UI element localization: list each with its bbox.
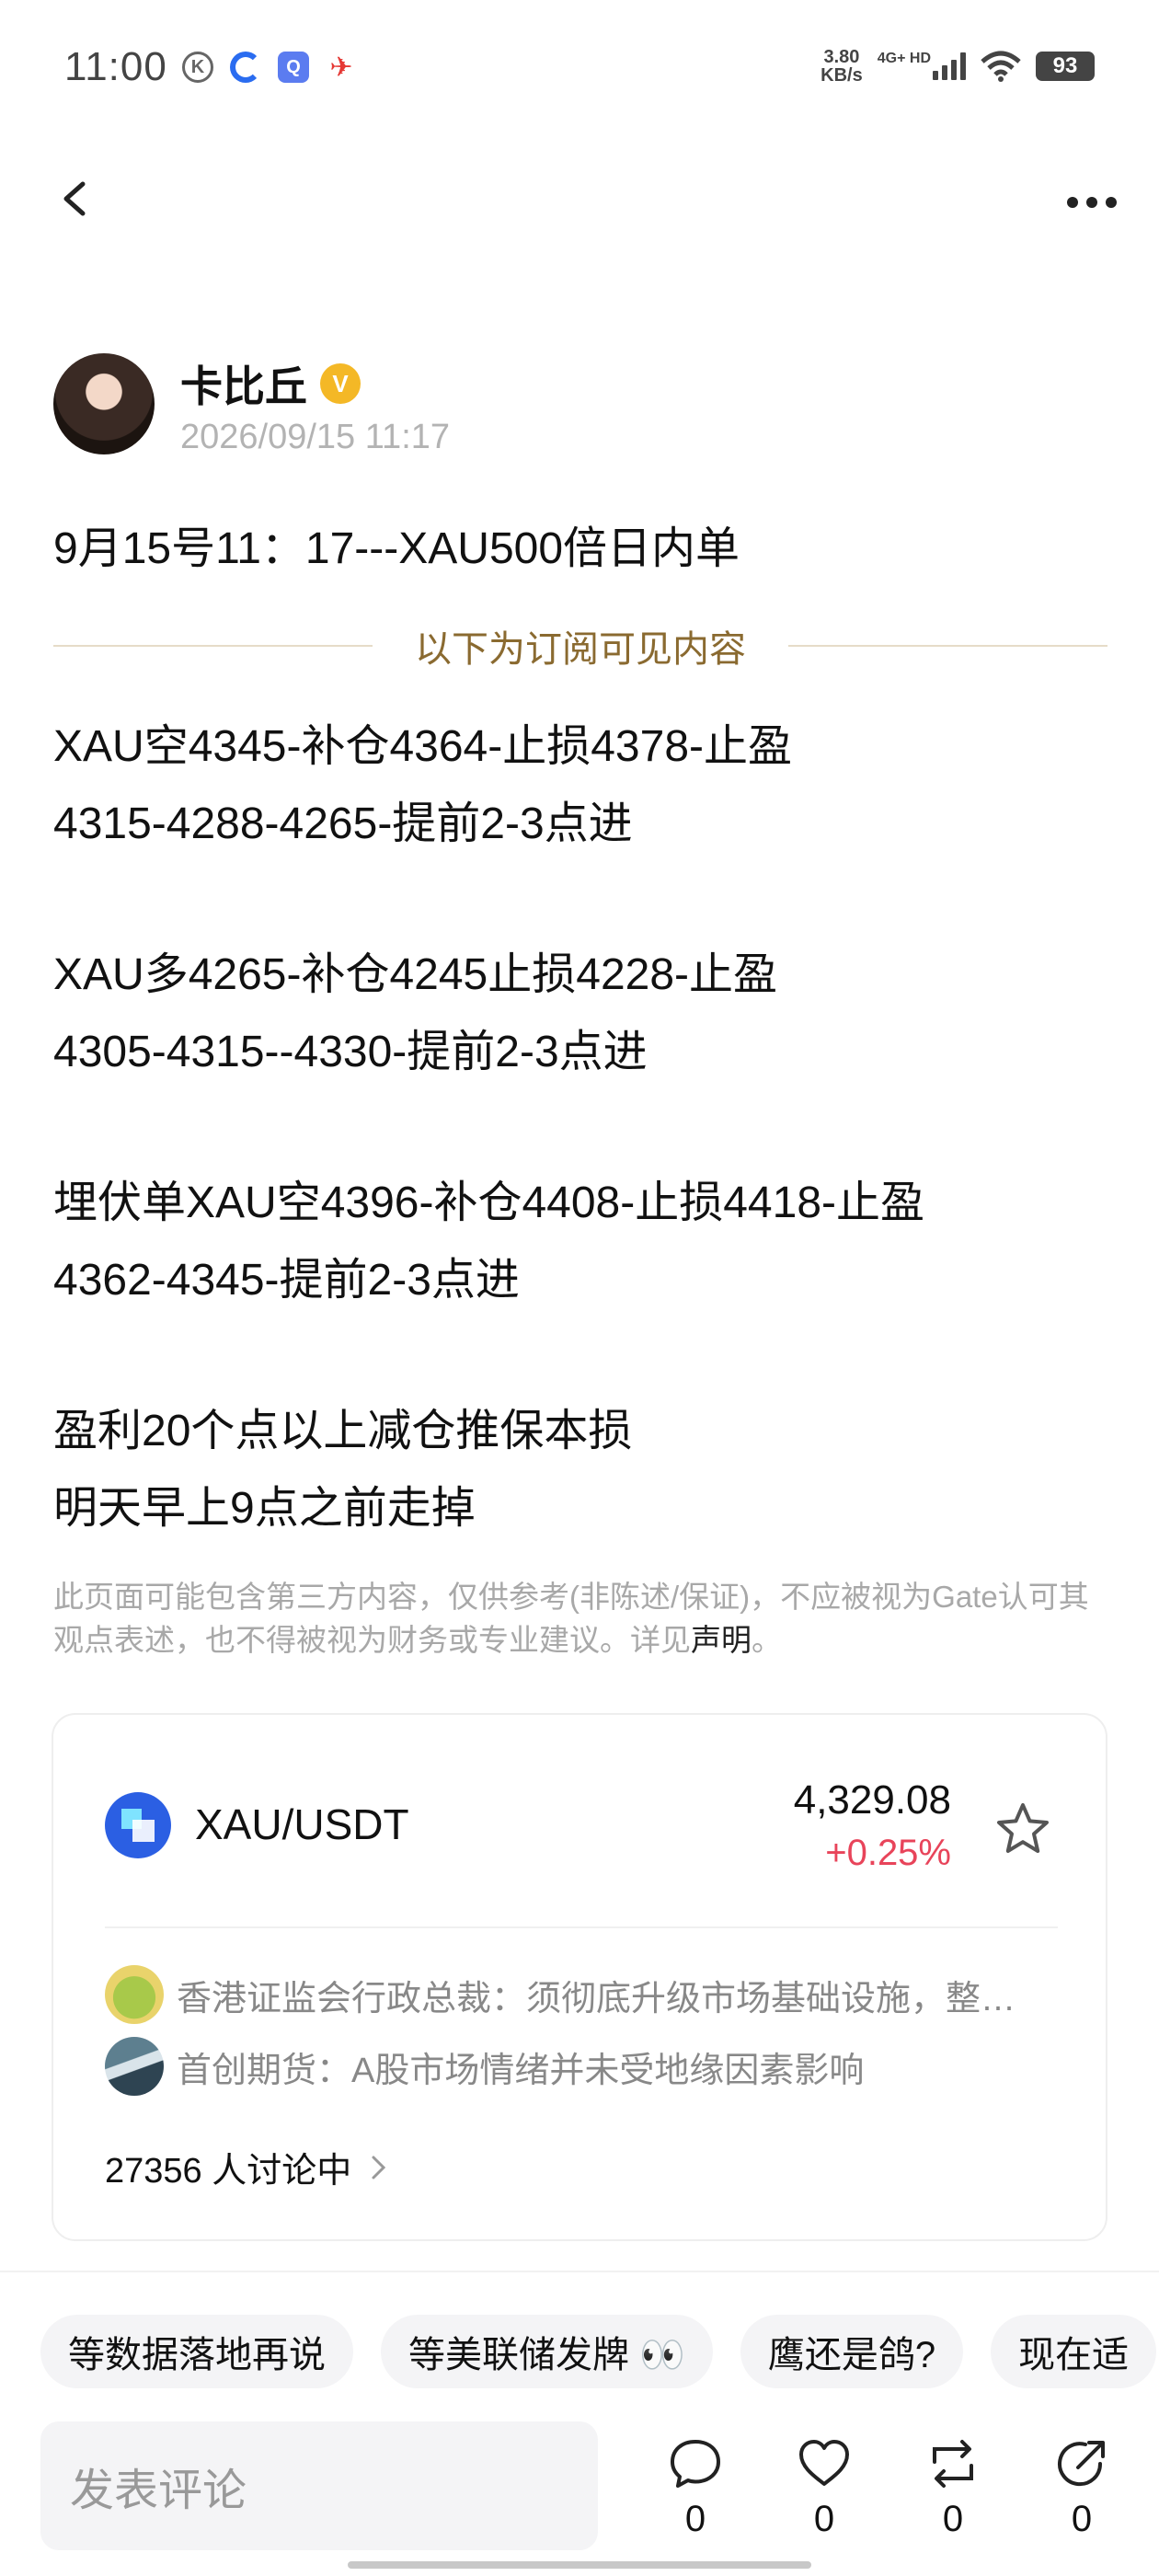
- xau-pair-logo-icon: [105, 1792, 171, 1858]
- post-line: 埋伏单XAU空4396-补仓4408-止损4418-止盈: [53, 1179, 924, 1227]
- news-text: 香港证监会行政总裁：须彻底升级市场基础设施，整…: [177, 1979, 1016, 2018]
- signal-group: 4G+ HD: [877, 51, 966, 80]
- post-line: XAU多4265-补仓4245止损4228-止盈: [53, 950, 778, 999]
- bottom-separator: [0, 2271, 1159, 2272]
- subscriber-divider: 以下为订阅可见内容: [53, 618, 1107, 673]
- author-name[interactable]: 卡比丘: [180, 353, 307, 414]
- post-line: 4362-4345-提前2-3点进: [53, 1256, 520, 1305]
- post-line: 4305-4315--4330-提前2-3点进: [53, 1028, 648, 1076]
- repost-count: 0: [942, 2499, 964, 2539]
- share-count: 0: [1071, 2499, 1093, 2539]
- news-item[interactable]: 首创期货：A股市场情绪并未受地缘因素影响: [105, 2037, 1061, 2096]
- post-paragraph: XAU多4265-补仓4245止损4228-止盈 4305-4315--4330…: [53, 937, 1111, 1091]
- disclaimer: 此页面可能包含第三方内容，仅供参考(非陈述/保证)，不应被视为Gate认可其观点…: [53, 1575, 1111, 1662]
- quick-reply-tag[interactable]: 等数据落地再说: [40, 2315, 353, 2388]
- divider-line-right: [788, 645, 1107, 647]
- divider-line-left: [53, 645, 373, 647]
- news-text: 首创期货：A股市场情绪并未受地缘因素影响: [177, 2051, 865, 2090]
- news-item[interactable]: 香港证监会行政总裁：须彻底升级市场基础设施，整…: [105, 1965, 1061, 2024]
- like-count: 0: [813, 2499, 835, 2539]
- chevron-left-icon[interactable]: [57, 180, 94, 217]
- post-body: XAU空4345-补仓4364-止损4378-止盈 4315-4288-4265…: [53, 708, 1111, 1547]
- heart-icon: [799, 2440, 849, 2486]
- q-app-icon: Q: [278, 52, 309, 83]
- wifi-icon: [981, 51, 1021, 82]
- quick-reply-tag[interactable]: 等美联储发牌 👀: [381, 2315, 713, 2388]
- comment-button[interactable]: 0: [659, 2436, 732, 2540]
- disclaimer-text: 此页面可能包含第三方内容，仅供参考(非陈述/保证)，不应被视为Gate认可其观点…: [53, 1580, 1089, 1657]
- more-dots-icon[interactable]: [1067, 197, 1117, 208]
- post-line: 4315-4288-4265-提前2-3点进: [53, 799, 633, 848]
- comment-input[interactable]: 发表评论: [40, 2421, 598, 2550]
- battery-icon: 93: [1036, 52, 1095, 81]
- share-icon: [1058, 2441, 1105, 2487]
- post-line: XAU空4345-补仓4364-止损4378-止盈: [53, 722, 792, 771]
- status-time: 11:00: [64, 44, 167, 89]
- plane-app-icon: ✈: [329, 52, 353, 83]
- post-paragraph: XAU空4345-补仓4364-止损4378-止盈 4315-4288-4265…: [53, 708, 1111, 863]
- discussion-link[interactable]: 27356 人讨论中: [105, 2142, 388, 2192]
- disclaimer-link[interactable]: 声明: [691, 1623, 752, 1657]
- disclaimer-end: 。: [752, 1623, 782, 1657]
- news-avatar: [105, 2037, 164, 2096]
- post-line: 盈利20个点以上减仓推保本损: [53, 1407, 633, 1455]
- pair-name[interactable]: XAU/USDT: [195, 1800, 409, 1849]
- post-time: 2026/09/15 11:17: [180, 418, 451, 456]
- notification-icons: K Q ✈: [182, 52, 357, 83]
- author-avatar[interactable]: [53, 353, 155, 454]
- market-card[interactable]: XAU/USDT 4,329.08 +0.25% 香港证监会行政总裁：须彻底升级…: [52, 1713, 1107, 2241]
- verified-badge-icon: V: [320, 363, 361, 404]
- star-icon[interactable]: [993, 1800, 1052, 1858]
- card-divider: [105, 1926, 1058, 1928]
- pair-price: 4,329.08: [793, 1777, 951, 1823]
- net-speed-value: 3.80: [823, 47, 860, 67]
- status-right-group: 3.80 KB/s 4G+ HD 93: [820, 48, 1095, 85]
- signal-label: 4G+ HD: [877, 51, 931, 66]
- post-paragraph: 盈利20个点以上减仓推保本损 明天早上9点之前走掉: [53, 1393, 1111, 1547]
- comment-count: 0: [684, 2499, 706, 2539]
- tags-row: 等数据落地再说 等美联储发牌 👀 鹰还是鸽? 现在适: [40, 2315, 1157, 2388]
- quick-reply-tag[interactable]: 鹰还是鸽?: [740, 2315, 964, 2388]
- home-indicator[interactable]: [348, 2561, 811, 2569]
- net-speed-unit: KB/s: [820, 65, 863, 86]
- author-name-row[interactable]: 卡比丘 V: [180, 353, 361, 414]
- discussion-count: 27356 人讨论中: [105, 2152, 352, 2191]
- repost-icon: [933, 2440, 973, 2488]
- like-button[interactable]: 0: [787, 2436, 861, 2540]
- subscriber-divider-text: 以下为订阅可见内容: [415, 629, 746, 670]
- share-button[interactable]: 0: [1045, 2436, 1119, 2540]
- news-avatar: [105, 1965, 164, 2024]
- pair-change: +0.25%: [825, 1833, 951, 1873]
- comment-icon: [671, 2440, 720, 2488]
- k-app-icon: K: [182, 52, 213, 83]
- signal-icon: [933, 52, 966, 80]
- c-app-icon: [230, 52, 261, 83]
- status-bar: 11:00 K Q ✈ 3.80 KB/s 4G+ HD 93: [0, 0, 1159, 138]
- post-title: 9月15号11：17---XAU500倍日内单: [53, 524, 740, 573]
- chevron-right-icon: [372, 2156, 386, 2179]
- net-speed: 3.80 KB/s: [820, 48, 863, 85]
- repost-button[interactable]: 0: [916, 2436, 990, 2540]
- quick-reply-tag[interactable]: 现在适: [991, 2315, 1157, 2388]
- post-line: 明天早上9点之前走掉: [53, 1484, 476, 1533]
- post-paragraph: 埋伏单XAU空4396-补仓4408-止损4418-止盈 4362-4345-提…: [53, 1165, 1111, 1319]
